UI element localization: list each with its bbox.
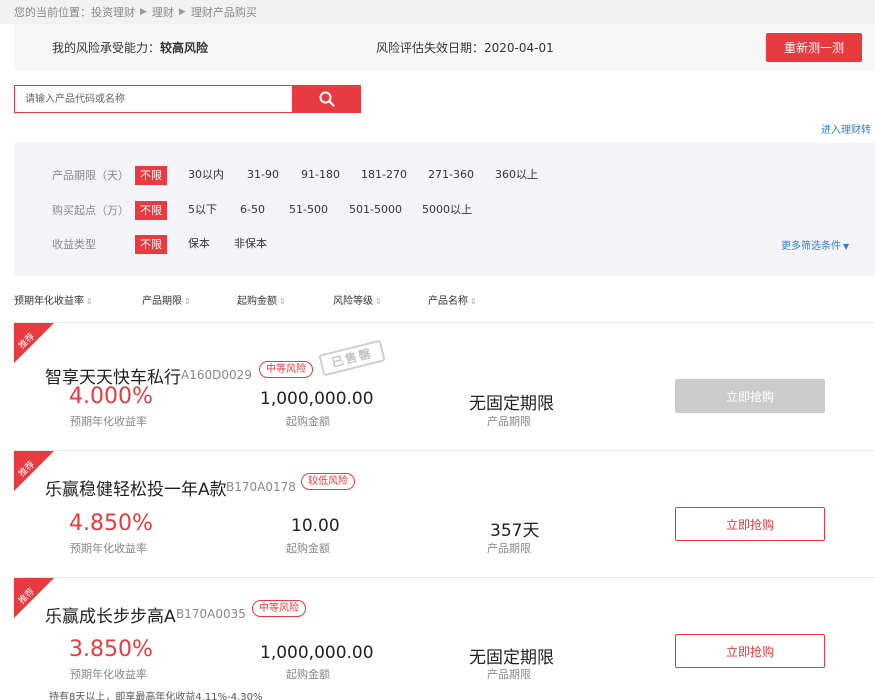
filter-term-unlimited[interactable]: 不限 [135,165,167,185]
filter-term-31-90[interactable]: 31-90 [247,165,279,185]
filter-yield-guaranteed[interactable]: 保本 [188,234,210,254]
product-card: 推荐 智享天天快车私行 A160D0029 中等风险 已售罄 4.000% 预期… [14,323,875,450]
sort-arrows-icon: ⇕ [470,297,477,306]
product-code: B170A0035 [176,607,246,621]
search-bar [14,85,361,113]
search-input[interactable] [14,85,293,113]
risk-capacity-value: 较高风险 [160,40,209,55]
filter-amount-501-5000[interactable]: 501-5000 [349,200,402,220]
product-note: 持有8天以上，即享最高年化收益4.11%-4.30% [49,692,263,700]
sold-out-stamp: 已售罄 [318,339,386,377]
product-card: 推荐 乐赢稳健轻松投一年A款 B170A0178 较低风险 4.850% 预期年… [14,451,875,578]
filter-label-amount: 购买起点（万） [52,204,129,217]
product-rate: 3.850% [69,637,153,662]
sort-rate-label: 预期年化收益率 [14,296,84,307]
sort-name[interactable]: 产品名称 ⇕ [428,292,477,307]
filter-label-yield: 收益类型 [52,238,96,251]
product-name[interactable]: 乐赢稳健轻松投一年A款 [45,475,227,500]
product-term-label: 产品期限 [487,542,531,555]
sort-name-label: 产品名称 [428,296,468,307]
sort-term[interactable]: 产品期限 ⇕ [142,292,191,307]
sort-arrows-icon: ⇕ [86,297,93,306]
search-button[interactable] [293,85,361,113]
breadcrumb: 您的当前位置： 投资理财 ▶ 理财 ▶ 理财产品购买 [0,0,875,24]
triangle-right-icon: ▶ [178,7,186,17]
product-code: B170A0178 [226,480,296,494]
buy-button[interactable]: 立即抢购 [675,507,825,541]
product-rate: 4.000% [69,384,153,409]
product-rate-label: 预期年化收益率 [70,668,147,681]
product-min-amount-label: 起购金额 [286,668,330,681]
sort-header: 预期年化收益率 ⇕ 产品期限 ⇕ 起购金额 ⇕ 风险等级 ⇕ 产品名称 ⇕ [14,288,875,310]
buy-button[interactable]: 立即抢购 [675,634,825,668]
filter-term-271-360[interactable]: 271-360 [428,165,474,185]
breadcrumb-item-current: 理财产品购买 [190,6,257,19]
buy-button-disabled[interactable]: 立即抢购 [675,379,825,413]
filter-term-30[interactable]: 30以内 [188,165,224,185]
filter-amount-unlimited[interactable]: 不限 [135,200,167,220]
breadcrumb-item-finance[interactable]: 理财 [152,4,174,20]
sort-risk[interactable]: 风险等级 ⇕ [333,292,382,307]
filter-amount-under5[interactable]: 5以下 [188,200,217,220]
product-min-amount: 1,000,000.00 [260,389,374,409]
risk-capacity-label: 我的风险承受能力： [52,40,161,55]
risk-capacity: 我的风险承受能力：较高风险 [52,39,208,56]
retest-button[interactable]: 重新测一测 [766,33,862,62]
sort-term-label: 产品期限 [142,296,182,307]
sort-arrows-icon: ⇕ [184,297,191,306]
risk-level-tag: 中等风险 [259,361,313,378]
filter-label-term: 产品期限（天） [52,169,129,182]
risk-expiry: 风险评估失效日期：2020-04-01 [376,39,554,56]
breadcrumb-item-invest[interactable]: 投资理财 [91,4,135,20]
caret-down-icon: ▼ [843,241,850,251]
product-min-amount: 10.00 [291,516,340,536]
sort-rate[interactable]: 预期年化收益率 ⇕ [14,292,93,307]
sort-risk-label: 风险等级 [333,296,373,307]
product-term-label: 产品期限 [487,668,531,681]
product-term: 357天 [490,521,540,541]
sort-arrows-icon: ⇕ [375,297,382,306]
product-term: 无固定期限 [469,394,554,414]
product-term: 无固定期限 [469,648,554,668]
sort-amount[interactable]: 起购金额 ⇕ [237,292,286,307]
risk-info-bar: 我的风险承受能力：较高风险 风险评估失效日期：2020-04-01 重新测一测 [14,24,875,70]
product-rate-label: 预期年化收益率 [70,542,147,555]
filter-term-360plus[interactable]: 360以上 [495,165,538,185]
filter-yield-unlimited[interactable]: 不限 [135,234,167,254]
filter-row-yield: 收益类型 不限 保本 非保本 更多筛选条件 ▼ [14,234,875,254]
product-min-amount-label: 起购金额 [286,542,330,555]
triangle-right-icon: ▶ [140,7,147,17]
product-rate: 4.850% [69,511,153,536]
risk-expiry-label: 风险评估失效日期： [376,40,485,55]
breadcrumb-prefix: 您的当前位置： [14,6,91,19]
sort-amount-label: 起购金额 [237,296,277,307]
filter-amount-6-50[interactable]: 6-50 [240,200,265,220]
product-min-amount: 1,000,000.00 [260,643,374,663]
product-term-label: 产品期限 [487,415,531,428]
risk-level-tag: 中等风险 [252,600,306,617]
more-filter-toggle[interactable]: 更多筛选条件 ▼ [781,237,849,252]
risk-expiry-value: 2020-04-01 [484,40,554,55]
filter-row-amount: 购买起点（万） 不限 5以下 6-50 51-500 501-5000 5000… [14,200,875,220]
filter-term-181-270[interactable]: 181-270 [361,165,407,185]
sort-arrows-icon: ⇕ [279,297,286,306]
product-name[interactable]: 乐赢成长步步高A [45,602,176,627]
more-filter-label: 更多筛选条件 [781,240,841,252]
product-min-amount-label: 起购金额 [286,415,330,428]
filter-yield-non-guaranteed[interactable]: 非保本 [234,234,267,254]
filter-amount-51-500[interactable]: 51-500 [289,200,328,220]
filter-panel: 产品期限（天） 不限 30以内 31-90 91-180 181-270 271… [14,143,875,276]
risk-level-tag: 较低风险 [301,473,355,490]
enter-transfer-link[interactable]: 进入理财转 [821,121,871,136]
search-icon [319,91,335,107]
filter-row-term: 产品期限（天） 不限 30以内 31-90 91-180 181-270 271… [14,165,875,185]
product-card: 推荐 乐赢成长步步高A B170A0035 中等风险 3.850% 预期年化收益… [14,578,875,700]
product-rate-label: 预期年化收益率 [70,415,147,428]
filter-term-91-180[interactable]: 91-180 [301,165,340,185]
product-code: A160D0029 [181,368,252,382]
filter-amount-5000plus[interactable]: 5000以上 [422,200,472,220]
